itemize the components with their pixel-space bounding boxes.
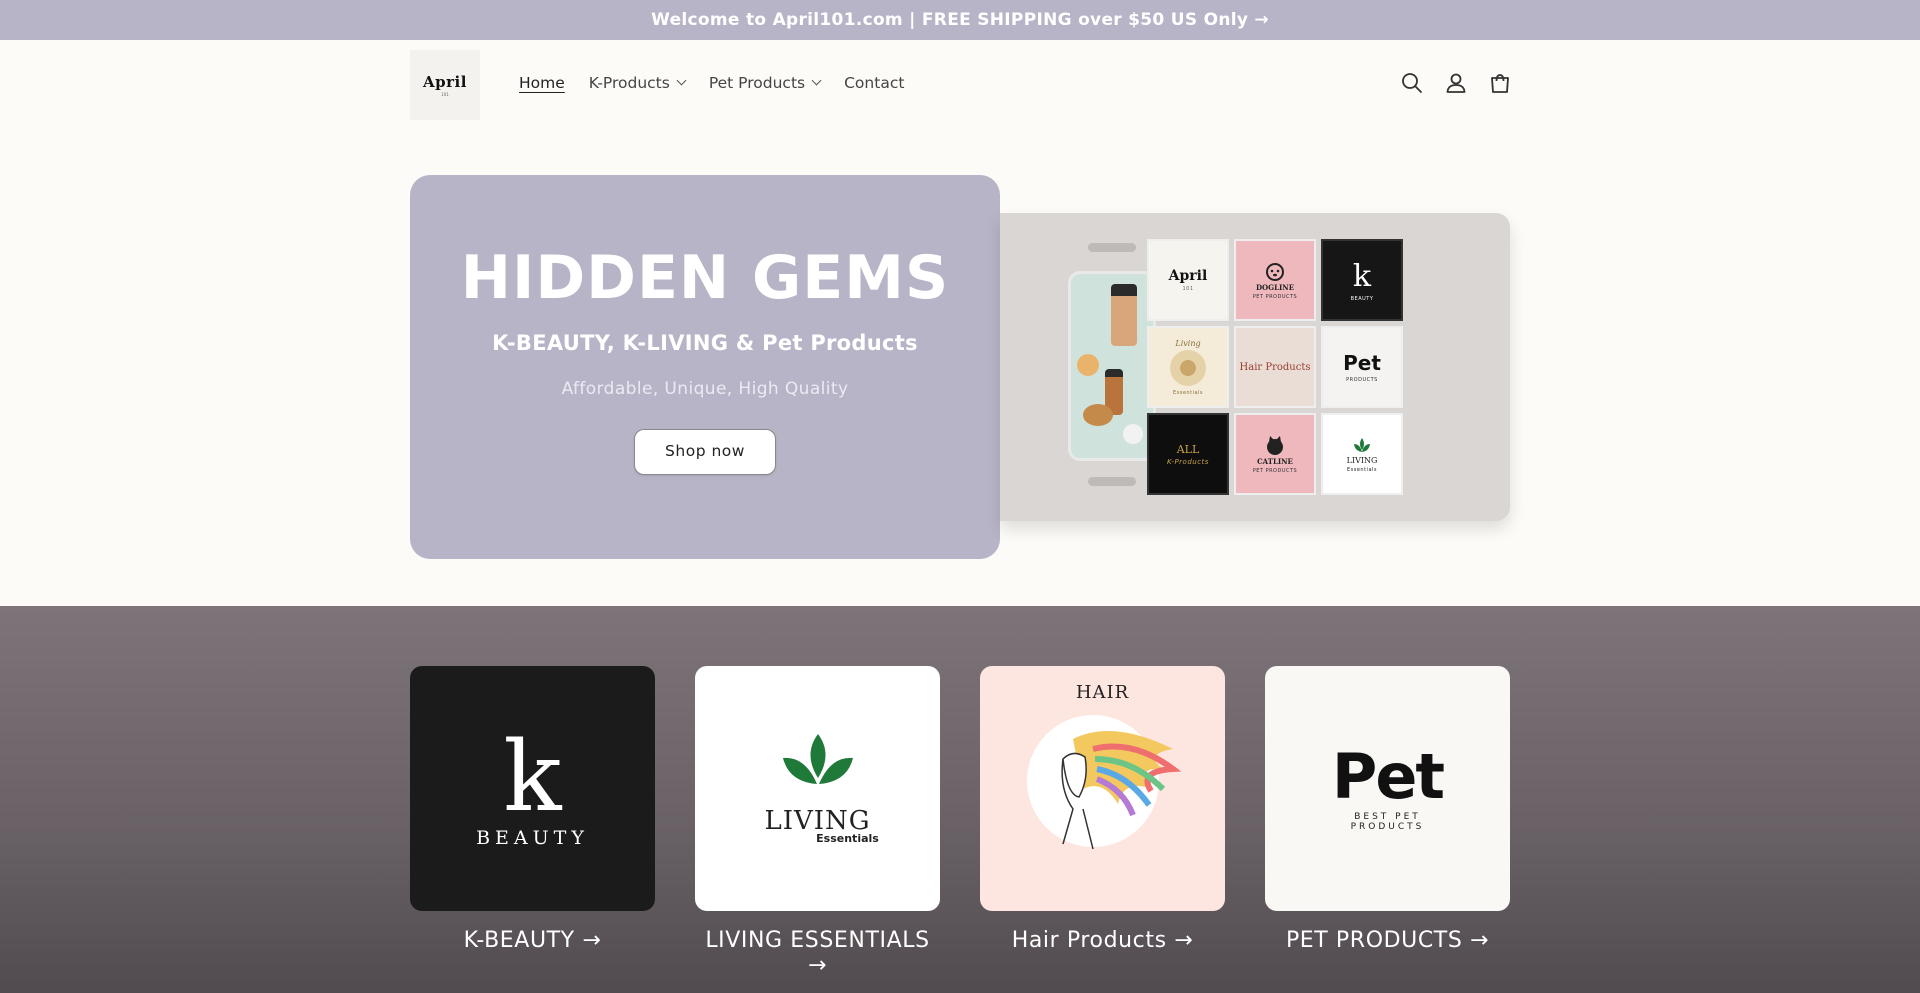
nav-label: K-Products [588,73,670,92]
announcement-bar[interactable]: Welcome to April101.com | FREE SHIPPING … [0,0,1920,40]
collections-section: k BEAUTY K-BEAUTY → LIVING Essentials LI… [0,606,1920,993]
cat-icon [1267,435,1283,455]
arrow-right-icon: → [1254,10,1269,30]
collection-link-hair-products[interactable]: Hair Products → [980,928,1225,953]
hair-illustration [1026,715,1181,850]
dog-icon [1266,262,1284,281]
hero-title: HIDDEN GEMS [460,243,950,313]
announcement-text: Welcome to April101.com | FREE SHIPPING … [651,10,1249,30]
collage-tile-catline: CATLINE PET PRODUCTS [1234,413,1316,495]
arrow-right-icon: → [1174,928,1194,953]
account-icon[interactable] [1444,71,1468,95]
collage-tile-all: ALL K-Products [1147,413,1229,495]
shop-now-button[interactable]: Shop now [634,429,776,475]
essentials-circle-icon [1170,349,1206,386]
collection-link-pet-products[interactable]: PET PRODUCTS → [1265,928,1510,953]
collage-tile-hair: Hair Products [1234,326,1316,408]
search-icon[interactable] [1400,71,1424,95]
cart-icon[interactable] [1488,71,1512,95]
chevron-down-icon [811,75,822,86]
collection-card-living-essentials[interactable]: LIVING Essentials [695,666,940,911]
collection-card-k-beauty[interactable]: k BEAUTY [410,666,655,911]
nav-label: Pet Products [708,73,806,92]
site-logo[interactable]: April 101 [410,50,480,120]
collection-card-hair-products[interactable]: HAIR [980,666,1225,911]
leaf-icon [1354,437,1370,452]
logo-text: April [423,73,467,91]
hair-logo-text: HAIR [1075,682,1130,703]
hero-tagline: Affordable, Unique, High Quality [561,379,849,399]
pet-logo-subtext: BEST PET PRODUCTS [1350,811,1425,832]
collage-tile-pet: Pet PRODUCTS [1321,326,1403,408]
nav-label: Contact [844,73,905,92]
k-beauty-logo-text: BEAUTY [476,826,589,849]
nav-item-contact[interactable]: Contact [844,74,904,92]
arrow-right-icon: → [582,928,602,953]
hero-card: HIDDEN GEMS K-BEAUTY, K-LIVING & Pet Pro… [410,175,1000,559]
nav-item-pet-products[interactable]: Pet Products [708,73,822,92]
collage-pill [1088,477,1136,486]
logo-subtext: 101 [441,92,449,97]
living-logo-subtext: Essentials [816,832,879,845]
arrow-right-icon: → [1470,928,1490,953]
main-nav: Home K-Products Pet Products Contact [519,40,904,125]
product-photo [1068,271,1156,461]
collection-card-pet-products[interactable]: Pet BEST PET PRODUCTS [1265,666,1510,911]
leaf-icon [782,734,853,784]
site-header: April 101 Home K-Products Pet Products C… [0,40,1920,125]
hero-collage-image: April 101 DOGLINE PET PRODUCTS k BEAUTY … [1000,213,1510,521]
collage-tile-kbeauty: k BEAUTY [1321,239,1403,321]
hero-section: HIDDEN GEMS K-BEAUTY, K-LIVING & Pet Pro… [0,125,1920,606]
header-icons [1400,40,1512,125]
chevron-down-icon [676,75,687,86]
collage-tile-essentials: Living Essentials [1147,326,1229,408]
arrow-right-icon: → [807,953,828,978]
nav-label: Home [519,73,565,92]
k-beauty-logo-mark: k [503,720,562,833]
collage-tile-dogline: DOGLINE PET PRODUCTS [1234,239,1316,321]
collection-link-living-essentials[interactable]: LIVING ESSENTIALS → [695,928,940,978]
collage-pill [1088,243,1136,252]
collage-tile-april: April 101 [1147,239,1229,321]
pet-logo-text: Pet [1331,739,1445,813]
nav-item-k-products[interactable]: K-Products [588,73,687,92]
collage-tile-living: LIVING Essentials [1321,413,1403,495]
collection-link-k-beauty[interactable]: K-BEAUTY → [410,928,655,953]
nav-item-home[interactable]: Home [519,74,565,92]
hero-subtitle: K-BEAUTY, K-LIVING & Pet Products [492,331,918,355]
